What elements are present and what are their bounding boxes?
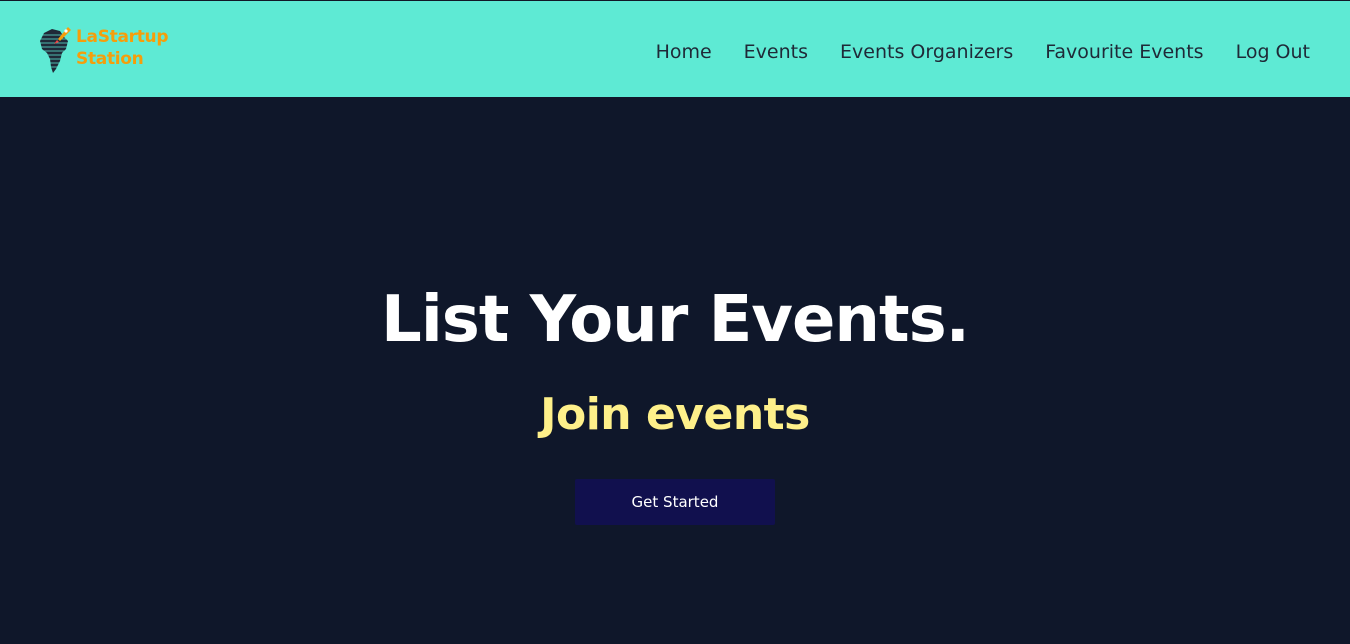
get-started-button[interactable]: Get Started xyxy=(575,479,775,525)
hero-subtitle: Join events xyxy=(540,389,810,440)
nav-link-home[interactable]: Home xyxy=(656,38,712,66)
brand-name-line1: LaStartup xyxy=(76,27,169,47)
top-navbar: LaStartup Station Home Events Events Org… xyxy=(0,0,1350,97)
nav-link-events-organizers[interactable]: Events Organizers xyxy=(840,38,1013,66)
nav-link-events[interactable]: Events xyxy=(744,38,808,66)
nav-link-favourite-events[interactable]: Favourite Events xyxy=(1045,38,1203,66)
hero-title: List Your Events. xyxy=(381,283,970,357)
africa-rocket-icon xyxy=(40,27,71,73)
primary-nav: Home Events Events Organizers Favourite … xyxy=(656,38,1310,66)
brand-name-line2: Station xyxy=(76,49,144,69)
brand-name: LaStartup Station xyxy=(76,26,169,70)
hero-section: List Your Events. Join events Get Starte… xyxy=(0,97,1350,644)
brand-logo-link[interactable]: LaStartup Station xyxy=(38,23,178,75)
nav-link-log-out[interactable]: Log Out xyxy=(1236,38,1310,66)
